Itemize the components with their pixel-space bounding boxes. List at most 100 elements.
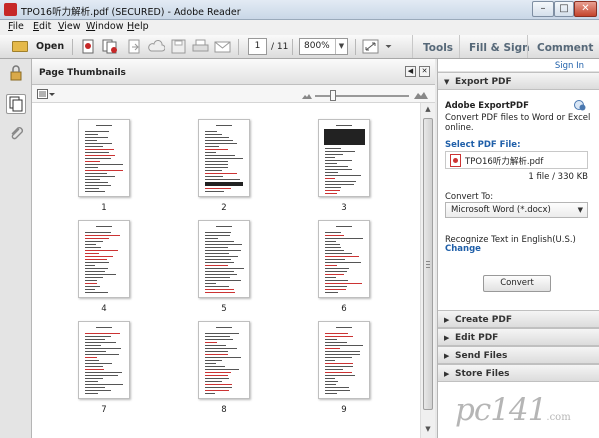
- create-pdf-header[interactable]: ▶ Create PDF: [438, 310, 599, 328]
- zoom-in-thumbnails-icon[interactable]: [414, 91, 428, 99]
- page-thumbnail[interactable]: [198, 220, 250, 298]
- export-pdf-panel: Adobe ExportPDF Convert PDF files to Wor…: [438, 91, 599, 310]
- zoom-out-thumbnails-icon[interactable]: [302, 92, 312, 99]
- file-info: 1 file / 330 KB: [528, 172, 588, 182]
- options-menu-icon[interactable]: [37, 89, 55, 99]
- menu-bar: File Edit View Window Help: [0, 20, 599, 35]
- store-files-header[interactable]: ▶ Store Files: [438, 364, 599, 382]
- export-file-icon[interactable]: [126, 39, 143, 54]
- collapse-pane-icon[interactable]: ◀: [405, 66, 416, 77]
- menu-window[interactable]: Window: [86, 21, 123, 32]
- page-thumbnail-number: 6: [341, 304, 347, 314]
- page-thumbnail[interactable]: [78, 119, 130, 197]
- site-watermark: pc141.com: [455, 392, 571, 428]
- maximize-button[interactable]: □: [554, 1, 574, 17]
- lock-icon[interactable]: [8, 65, 24, 81]
- chevron-down-icon[interactable]: ▼: [335, 39, 347, 54]
- menu-edit[interactable]: Edit: [33, 21, 51, 32]
- print-icon[interactable]: [192, 39, 209, 54]
- open-button[interactable]: Open: [10, 38, 65, 55]
- export-info-icon[interactable]: [574, 99, 586, 111]
- toolbar-divider: [292, 39, 293, 55]
- main-toolbar: Open 1 / 11 800% ▼ Tools Fill & Sign Comm…: [0, 35, 599, 59]
- minimize-button[interactable]: –: [532, 1, 554, 17]
- page-thumbnail[interactable]: [78, 220, 130, 298]
- page-thumbnail-number: 2: [221, 203, 227, 213]
- toolbar-divider: [412, 35, 413, 58]
- thumbnail-size-slider[interactable]: [330, 90, 336, 101]
- zoom-select[interactable]: 800% ▼: [299, 38, 348, 55]
- save-icon[interactable]: [170, 39, 187, 54]
- page-thumbnail-number: 1: [101, 203, 107, 213]
- chevron-down-icon[interactable]: [380, 39, 392, 54]
- create-pdf-icon[interactable]: [80, 39, 97, 54]
- zoom-value: 800%: [304, 41, 330, 51]
- thumbnails-scrollbar[interactable]: ▲ ▼: [420, 103, 435, 438]
- create-pdf-label: Create PDF: [455, 315, 512, 325]
- fill-sign-tab[interactable]: Fill & Sign: [469, 42, 530, 54]
- pdf-file-icon: [450, 154, 461, 167]
- email-icon[interactable]: [214, 39, 231, 54]
- select-pdf-label: Select PDF File:: [445, 140, 521, 150]
- attachments-icon[interactable]: [8, 125, 24, 141]
- chevron-right-icon: ▶: [444, 370, 450, 378]
- page-thumbnail-number: 9: [341, 405, 347, 415]
- combine-files-icon[interactable]: [101, 39, 118, 54]
- page-thumbnail-number: 3: [341, 203, 347, 213]
- page-thumbnails-icon[interactable]: [6, 94, 26, 114]
- window-title: TPO16听力解析.pdf (SECURED) - Adobe Reader: [21, 7, 241, 18]
- close-button[interactable]: ✕: [574, 1, 597, 17]
- export-description: Convert PDF files to Word or Excel: [445, 113, 591, 123]
- chevron-down-icon: ▼: [444, 78, 450, 86]
- page-thumbnail-number: 8: [221, 405, 227, 415]
- thumbnails-grid: 1 2 3 4 5 6 7 8 9: [32, 103, 420, 438]
- scroll-up-icon[interactable]: ▲: [423, 105, 433, 115]
- selected-file-field[interactable]: TPO16听力解析.pdf: [445, 151, 588, 169]
- menu-file[interactable]: File: [8, 21, 24, 32]
- send-files-header[interactable]: ▶ Send Files: [438, 346, 599, 364]
- page-thumbnail-number: 5: [221, 304, 227, 314]
- close-pane-icon[interactable]: ✕: [419, 66, 430, 77]
- chevron-down-icon: ▼: [577, 206, 583, 214]
- scrollbar-thumb[interactable]: [423, 118, 433, 410]
- send-files-label: Send Files: [455, 351, 508, 361]
- cloud-upload-icon[interactable]: [148, 39, 166, 54]
- page-thumbnail[interactable]: [318, 220, 370, 298]
- page-thumbnail[interactable]: [198, 119, 250, 197]
- toolbar-divider: [459, 35, 460, 58]
- chevron-right-icon: ▶: [444, 316, 450, 324]
- toolbar-divider: [72, 39, 73, 55]
- page-thumbnail-number: 7: [101, 405, 107, 415]
- page-thumbnails-pane: Page Thumbnails ◀ ✕ 1 2 3 4 5 6 7 8 9 ▲ ▼: [32, 59, 435, 438]
- comment-tab[interactable]: Comment: [537, 42, 593, 54]
- change-language-link[interactable]: Change: [445, 244, 481, 254]
- export-description-cont: online.: [445, 123, 474, 133]
- scroll-down-icon[interactable]: ▼: [423, 425, 433, 435]
- menu-help[interactable]: Help: [127, 21, 149, 32]
- fit-page-icon[interactable]: [362, 39, 379, 54]
- toolbar-divider: [527, 35, 528, 58]
- export-pdf-header[interactable]: ▼ Export PDF: [438, 72, 599, 90]
- tools-pane: Sign In ▼ Export PDF Adobe ExportPDF Con…: [437, 59, 599, 438]
- page-total: / 11: [271, 42, 289, 52]
- page-thumbnail[interactable]: [78, 321, 130, 399]
- thumbnails-title: Page Thumbnails: [39, 68, 126, 78]
- export-pdf-label: Export PDF: [455, 77, 512, 87]
- page-thumbnail[interactable]: [318, 119, 370, 197]
- page-thumbnail[interactable]: [198, 321, 250, 399]
- selected-file-name: TPO16听力解析.pdf: [465, 157, 544, 167]
- chevron-right-icon: ▶: [444, 352, 450, 360]
- edit-pdf-header[interactable]: ▶ Edit PDF: [438, 328, 599, 346]
- folder-icon: [12, 41, 28, 52]
- page-thumbnail[interactable]: [318, 321, 370, 399]
- tools-tab[interactable]: Tools: [423, 42, 453, 54]
- convert-button[interactable]: Convert: [483, 275, 551, 292]
- open-label: Open: [36, 41, 65, 52]
- sign-in-link[interactable]: Sign In: [555, 61, 584, 71]
- page-number-input[interactable]: 1: [248, 38, 267, 55]
- convert-to-select[interactable]: Microsoft Word (*.docx) ▼: [445, 202, 588, 218]
- navigation-pane-bar: [0, 59, 32, 438]
- adobe-reader-icon: [4, 3, 17, 16]
- menu-view[interactable]: View: [58, 21, 81, 32]
- convert-to-value: Microsoft Word (*.docx): [451, 205, 551, 215]
